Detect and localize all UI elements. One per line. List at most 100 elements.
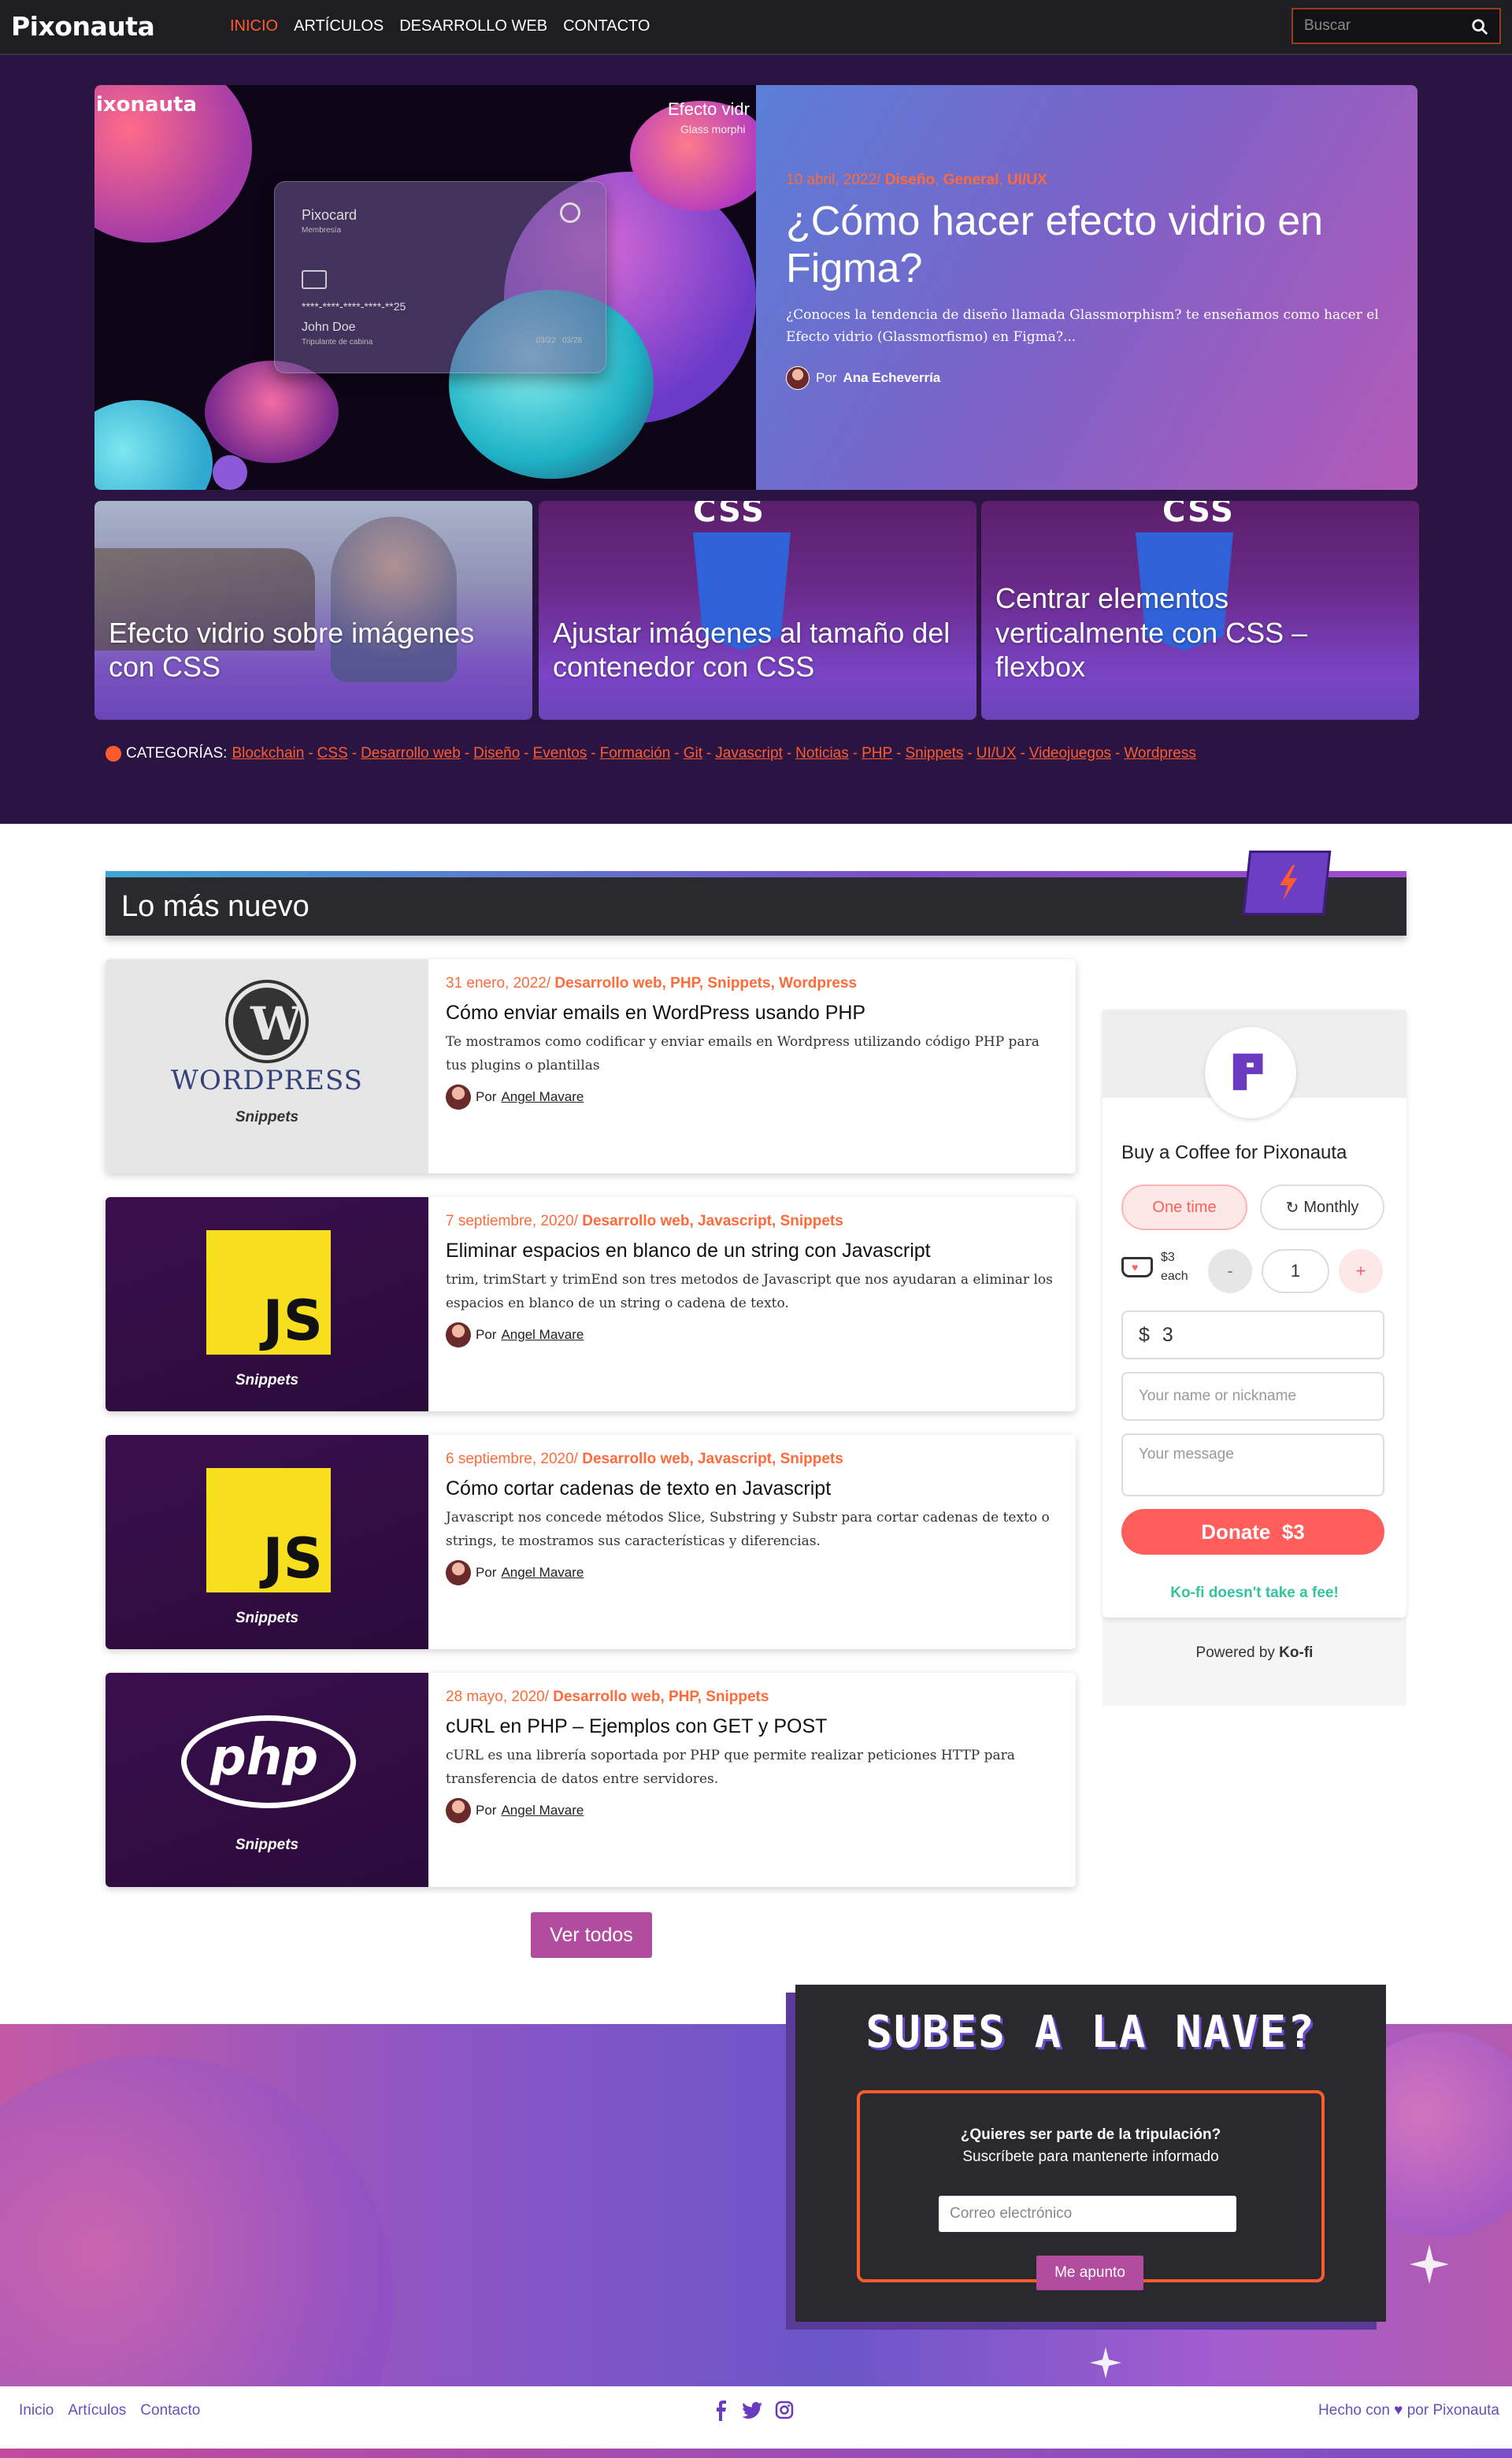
post-byline: Por Angel Mavare (446, 1797, 1060, 1823)
post-image[interactable]: JS Snippets (106, 1197, 428, 1411)
featured-category[interactable]: General (943, 172, 999, 188)
footer: Inicio Artículos Contacto Hecho con ♥ po… (0, 2386, 1512, 2458)
post-categories[interactable]: Desarrollo web, Javascript, Snippets (582, 1213, 843, 1229)
monthly-label: Monthly (1303, 1198, 1359, 1216)
small-post-card[interactable]: CSS Centrar elementos verticalmente con … (981, 501, 1419, 720)
featured-author[interactable]: Ana Echeverría (843, 370, 940, 386)
category-link[interactable]: Blockchain (232, 745, 304, 762)
search-input[interactable]: Buscar (1292, 8, 1501, 44)
message-textarea[interactable]: Your message (1121, 1433, 1384, 1496)
js-logo-icon: JS (206, 1468, 331, 1592)
post-author[interactable]: Angel Mavare (501, 1803, 584, 1818)
post-card[interactable]: php Snippets 28 mayo, 2020/ Desarrollo w… (106, 1673, 1076, 1887)
quantity-input[interactable]: 1 (1262, 1249, 1329, 1293)
small-post-card[interactable]: Efecto vidrio sobre imágenes con CSS (94, 501, 532, 720)
menu-item-articulos[interactable]: ARTÍCULOS (294, 17, 384, 35)
category-link[interactable]: Javascript (715, 745, 783, 762)
post-title[interactable]: Cómo enviar emails en WordPress usando P… (446, 1002, 1060, 1025)
post-image[interactable]: W WORDPRESS Snippets (106, 959, 428, 1173)
author-avatar (446, 1084, 471, 1110)
category-link[interactable]: Formación (600, 745, 671, 762)
menu-item-inicio[interactable]: INICIO (230, 17, 278, 35)
post-author[interactable]: Angel Mavare (501, 1565, 584, 1581)
post-body: 31 enero, 2022/ Desarrollo web, PHP, Sni… (446, 975, 1060, 1110)
featured-category[interactable]: Diseño (885, 172, 935, 188)
category-link[interactable]: Snippets (905, 745, 963, 762)
post-date: 31 enero, 2022/ (446, 975, 551, 992)
small-post-title[interactable]: Ajustar imágenes al tamaño del contenedo… (553, 616, 962, 684)
small-post-title[interactable]: Centrar elementos verticalmente con CSS … (995, 581, 1405, 684)
post-categories[interactable]: Desarrollo web, PHP, Snippets, Wordpress (554, 975, 857, 992)
post-meta: 31 enero, 2022/ Desarrollo web, PHP, Sni… (446, 975, 1060, 992)
kofi-panel: Buy a Coffee for Pixonauta One time ↻ Mon… (1102, 1010, 1406, 1618)
post-categories[interactable]: Desarrollo web, PHP, Snippets (553, 1689, 769, 1705)
category-dot-icon (106, 746, 121, 762)
featured-byline: Por Ana Echeverría (786, 366, 1389, 391)
post-card[interactable]: JS Snippets 7 septiembre, 2020/ Desarrol… (106, 1197, 1076, 1411)
css-text-mark: CSS (1162, 501, 1235, 529)
post-meta: 28 mayo, 2020/ Desarrollo web, PHP, Snip… (446, 1689, 1060, 1706)
post-title[interactable]: cURL en PHP – Ejemplos con GET y POST (446, 1715, 1060, 1738)
category-link[interactable]: Noticias (795, 745, 849, 762)
search-icon[interactable] (1471, 18, 1488, 35)
site-logo[interactable]: Pixonauta (11, 11, 155, 42)
small-post-title[interactable]: Efecto vidrio sobre imágenes con CSS (109, 616, 518, 684)
category-link[interactable]: Videojuegos (1029, 745, 1111, 762)
menu-item-contacto[interactable]: CONTACTO (563, 17, 650, 35)
post-body: 28 mayo, 2020/ Desarrollo web, PHP, Snip… (446, 1689, 1060, 1823)
one-time-button[interactable]: One time (1121, 1185, 1247, 1230)
category-link[interactable]: UI/UX (976, 745, 1017, 762)
category-link[interactable]: Diseño (473, 745, 520, 762)
subscribe-button[interactable]: Me apunto (1036, 2256, 1143, 2290)
amount-input[interactable]: $3 (1121, 1311, 1384, 1359)
snippets-badge: Snippets (235, 1109, 299, 1125)
post-categories[interactable]: Desarrollo web, Javascript, Snippets (582, 1451, 843, 1467)
twitter-icon[interactable] (742, 2401, 762, 2421)
footer-link-inicio[interactable]: Inicio (19, 2402, 54, 2419)
featured-image[interactable]: ixonauta Efecto vidr Glass morphi Pixoca… (94, 85, 756, 490)
card-name: John Doe (302, 321, 356, 334)
facebook-icon[interactable] (712, 2401, 729, 2421)
by-label: Por (476, 1088, 497, 1104)
decrement-button[interactable]: - (1208, 1249, 1252, 1293)
instagram-icon[interactable] (775, 2401, 794, 2419)
post-image[interactable]: JS Snippets (106, 1435, 428, 1649)
category-link[interactable]: Desarrollo web (361, 745, 461, 762)
monthly-button[interactable]: ↻ Monthly (1260, 1185, 1384, 1230)
small-post-card[interactable]: CSS Ajustar imágenes al tamaño del conte… (539, 501, 976, 720)
post-author[interactable]: Angel Mavare (501, 1327, 584, 1343)
increment-button[interactable]: + (1339, 1249, 1383, 1293)
footer-brand-link[interactable]: Pixonauta (1432, 2402, 1499, 2419)
category-link[interactable]: Eventos (533, 745, 587, 762)
category-link[interactable]: Wordpress (1124, 745, 1196, 762)
card-brand: Pixocard (302, 207, 358, 223)
menu-item-desarrollo-web[interactable]: DESARROLLO WEB (399, 17, 547, 35)
post-date: 28 mayo, 2020/ (446, 1689, 549, 1705)
post-title[interactable]: Cómo cortar cadenas de texto en Javascri… (446, 1477, 1060, 1500)
donate-button[interactable]: Donate $3 (1121, 1509, 1384, 1555)
post-title[interactable]: Eliminar espacios en blanco de un string… (446, 1240, 1060, 1262)
section-title: Lo más nuevo (121, 890, 309, 923)
name-input[interactable]: Your name or nickname (1121, 1372, 1384, 1421)
post-author[interactable]: Angel Mavare (501, 1089, 584, 1105)
snippets-badge: Snippets (235, 1610, 299, 1626)
newsletter-question: ¿Quieres ser parte de la tripulación? (960, 2126, 1221, 2143)
featured-post[interactable]: ixonauta Efecto vidr Glass morphi Pixoca… (94, 85, 1418, 490)
sparkle-icon (1410, 2245, 1449, 2284)
post-card[interactable]: W WORDPRESS Snippets 31 enero, 2022/ Des… (106, 959, 1076, 1173)
category-link[interactable]: CSS (317, 745, 348, 762)
newsletter-title: SUBES A LA NAVE? (865, 2007, 1316, 2058)
view-all-button[interactable]: Ver todos (531, 1912, 652, 1958)
category-link[interactable]: PHP (862, 745, 892, 762)
post-card[interactable]: JS Snippets 6 septiembre, 2020/ Desarrol… (106, 1435, 1076, 1649)
email-field[interactable]: Correo electrónico (939, 2196, 1236, 2232)
featured-title[interactable]: ¿Cómo hacer efecto vidrio en Figma? (786, 198, 1389, 293)
featured-category[interactable]: UI/UX (1007, 172, 1047, 188)
kofi-brand-link[interactable]: Ko-fi (1279, 1644, 1313, 1661)
footer-link-articulos[interactable]: Artículos (68, 2402, 126, 2419)
post-date: 7 septiembre, 2020/ (446, 1213, 578, 1229)
post-image[interactable]: php Snippets (106, 1673, 428, 1887)
category-link[interactable]: Git (684, 745, 702, 762)
each-label: each (1161, 1270, 1188, 1283)
footer-link-contacto[interactable]: Contacto (140, 2402, 200, 2419)
